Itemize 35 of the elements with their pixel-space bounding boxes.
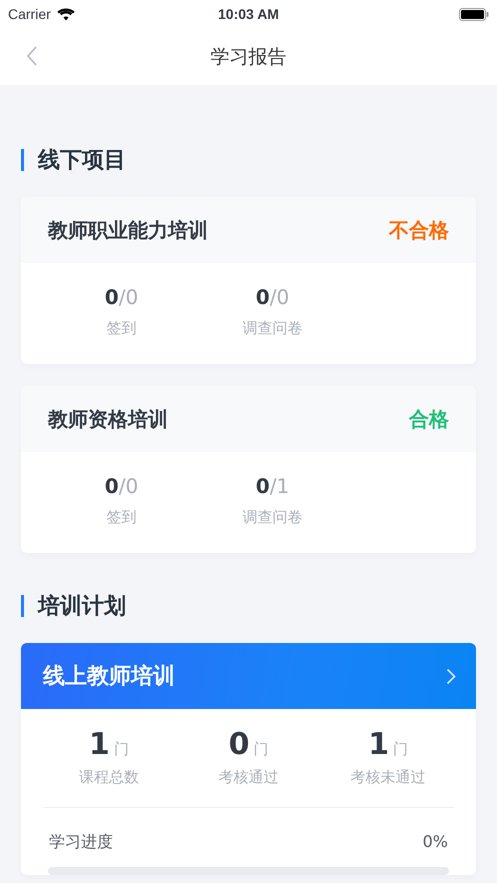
section-title: 培训计划 [38, 593, 126, 621]
progress-value: 0% [422, 832, 448, 853]
result-label: 不合格 [389, 216, 449, 244]
stat-value: 0/0 [104, 474, 138, 498]
stat-label: 考核通过 [218, 768, 278, 787]
plan-header[interactable]: 线上教师培训 [21, 643, 476, 709]
stat-value: 0/0 [104, 285, 138, 309]
back-icon[interactable] [26, 46, 38, 66]
stat-value: 0/0 [256, 285, 290, 309]
page-title: 学习报告 [210, 44, 286, 70]
section-marker [21, 149, 24, 171]
stat-label: 考核未通过 [350, 768, 426, 787]
stat-label: 签到 [106, 319, 136, 338]
result-label: 合格 [409, 406, 449, 432]
plan-name: 线上教师培训 [43, 663, 175, 691]
chevron-right-icon [446, 668, 456, 684]
section-marker [21, 595, 24, 617]
stat-label: 签到 [106, 508, 136, 527]
wifi-icon [56, 8, 75, 20]
section-title: 线下项目 [38, 147, 126, 175]
stat-label: 调查问卷 [242, 319, 302, 338]
stat-label: 课程总数 [78, 768, 139, 787]
carrier-name: Carrier [8, 6, 51, 22]
battery-icon [459, 8, 489, 20]
course-count: 1 门 [88, 727, 129, 762]
project-name: 教师资格培训 [48, 406, 168, 432]
status-time: 10:03 AM [218, 6, 279, 22]
course-count: 1 门 [368, 727, 408, 762]
progress-label: 学习进度 [49, 832, 113, 853]
course-count: 0 门 [228, 727, 268, 762]
stat-label: 调查问卷 [242, 508, 302, 527]
project-name: 教师职业能力培训 [48, 216, 208, 244]
project-card[interactable]: 教师资格培训 合格 0/0 签到 0/1 调查问卷 [21, 386, 476, 553]
project-card[interactable]: 教师职业能力培训 不合格 0/0 签到 0/0 调查问卷 [21, 197, 476, 364]
stat-value: 0/1 [256, 474, 290, 498]
